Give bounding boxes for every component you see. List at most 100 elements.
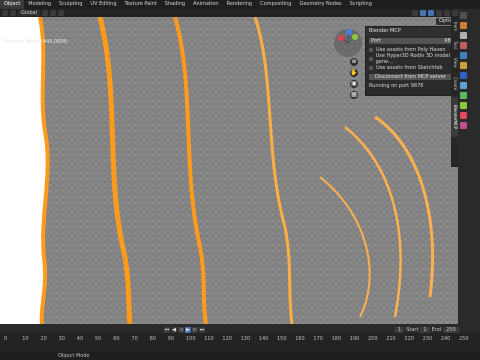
workspace-tab-object[interactable]: Object — [0, 0, 25, 9]
workspace-tab-shading[interactable]: Shading — [161, 0, 189, 9]
workspace-tab-texture-paint[interactable]: Texture Paint — [121, 0, 161, 9]
ruler-tick-label: 80 — [149, 336, 156, 342]
panel-title[interactable]: Blender MCP — [366, 27, 460, 36]
disconnect-button[interactable]: Disconnect from MCP server — [369, 73, 460, 80]
ruler-tick-label: 240 — [440, 336, 451, 342]
ruler-tick-label: 30 — [58, 336, 65, 342]
workspace-tab-uv-editing[interactable]: UV Editing — [86, 0, 120, 9]
material-shading-icon[interactable] — [444, 10, 450, 16]
snap-icon[interactable] — [49, 10, 56, 16]
camera-icon[interactable]: ▣ — [350, 80, 358, 88]
ruler-tick-label: 120 — [222, 336, 232, 342]
ruler-tick-label: 170 — [313, 336, 323, 342]
end-label: End — [431, 327, 442, 333]
workspace-tab-scripting[interactable]: Scripting — [346, 0, 376, 9]
tab-create[interactable]: Create — [451, 73, 458, 95]
jump-start-icon[interactable]: ⏮ — [164, 327, 170, 333]
ruler-tick-label: 130 — [240, 336, 251, 342]
viewport-nav-buttons: ⊕ ✋ ▣ ▦ — [350, 58, 358, 99]
constraints-properties-icon[interactable] — [460, 92, 467, 99]
modifier-properties-icon[interactable] — [460, 72, 467, 79]
scene-properties-icon[interactable] — [460, 42, 467, 49]
workspace-tab-rendering[interactable]: Rendering — [223, 0, 257, 9]
viewport-info-text: Printable Mode (445,000f) — [2, 39, 68, 45]
blender-mcp-panel: Blender MCP Port 9876 Use assets from Po… — [365, 26, 461, 96]
z-axis-icon[interactable] — [346, 29, 352, 35]
start-frame-field[interactable]: 1 — [420, 327, 430, 333]
ruler-tick-label: 70 — [131, 336, 138, 342]
current-frame-field[interactable]: 1 — [395, 327, 405, 333]
hyper3d-checkbox[interactable] — [369, 56, 373, 61]
material-properties-icon[interactable] — [460, 112, 467, 119]
tab-item[interactable]: Item — [451, 19, 458, 35]
start-label: Start — [406, 327, 419, 333]
tab-tool[interactable]: Tool — [451, 37, 458, 53]
ruler-tick-label: 50 — [95, 336, 102, 342]
sketchfab-label: Use assets from Sketchfab — [376, 64, 443, 71]
ruler-tick-label: 60 — [113, 336, 120, 342]
ruler-tick-label: 210 — [386, 336, 396, 342]
play-icon[interactable]: ▶ — [185, 327, 191, 333]
ruler-tick-label: 90 — [167, 336, 175, 342]
workspace-tab-compositing[interactable]: Compositing — [256, 0, 295, 9]
hyper3d-label: Use Hyper3D Rodin 3D model gene... — [375, 52, 451, 65]
ruler-tick-label: 140 — [258, 336, 269, 342]
ruler-tick-label: 20 — [40, 336, 47, 342]
data-properties-icon[interactable] — [460, 102, 467, 109]
tab-view[interactable]: View — [451, 55, 458, 71]
playback-controls: ⏮ ◀ ◁ ▶ ▷ ⏭ — [164, 327, 205, 333]
hyper3d-option[interactable]: Use Hyper3D Rodin 3D model gene... — [366, 52, 460, 65]
prev-keyframe-icon[interactable]: ◀ — [171, 327, 177, 333]
workspace-tab-animation[interactable]: Animation — [189, 0, 223, 9]
overlay-toggle-icon[interactable] — [420, 10, 426, 16]
tab-blendermcp[interactable]: BlenderMCP — [451, 97, 458, 137]
ruler-tick-label: 0 — [4, 336, 8, 342]
ruler-tick-label: 250 — [459, 336, 469, 342]
navigation-gizmo[interactable] — [333, 28, 363, 58]
object-properties-icon[interactable] — [460, 62, 467, 69]
render-properties-icon[interactable] — [460, 22, 467, 29]
visibility-icon[interactable] — [412, 10, 418, 16]
zoom-icon[interactable]: ⊕ — [350, 58, 358, 66]
workspace-tab-geometry-nodes[interactable]: Geometry Nodes — [295, 0, 345, 9]
port-label: Port — [371, 37, 381, 44]
ruler-tick-label: 160 — [295, 336, 305, 342]
x-axis-icon[interactable] — [338, 35, 344, 41]
status-text: Object Mode — [58, 353, 90, 359]
ruler-tick-label: 220 — [404, 336, 414, 342]
frame-ruler[interactable]: 0 10 20 30 40 50 60 70 80 90 100 110 120 130 140 150 160… — [0, 336, 480, 344]
workspace-tab-sculpting[interactable]: Sculpting — [55, 0, 86, 9]
jump-end-icon[interactable]: ⏭ — [199, 327, 205, 333]
sketchfab-checkbox[interactable] — [369, 65, 373, 70]
ruler-tick-label: 230 — [422, 336, 433, 342]
ruler-tick-label: 200 — [368, 336, 378, 342]
workspace-tab-modeling[interactable]: Modeling — [24, 0, 55, 9]
y-axis-icon[interactable] — [352, 34, 358, 40]
port-field[interactable]: Port 9876 — [369, 37, 459, 44]
output-properties-icon[interactable] — [460, 32, 467, 39]
physics-properties-icon[interactable] — [460, 82, 467, 89]
ruler-tick-label: 150 — [277, 336, 287, 342]
ruler-tick-label: 180 — [331, 336, 342, 342]
grid-icon[interactable]: ▦ — [350, 91, 358, 99]
xray-toggle-icon[interactable] — [428, 10, 434, 16]
ruler-tick-label: 100 — [186, 336, 196, 342]
world-properties-icon[interactable] — [460, 52, 467, 59]
end-frame-field[interactable]: 250 — [443, 327, 459, 333]
sidebar-tabs: Item Tool View Create BlenderMCP — [451, 17, 458, 167]
pivot-icon[interactable] — [41, 10, 48, 16]
object-mode-icon[interactable] — [10, 10, 16, 16]
workspace-tabs: Object Modeling Sculpting UV Editing Texture… — [0, 0, 480, 9]
proportional-edit-icon[interactable] — [57, 10, 64, 16]
solid-shading-icon[interactable] — [436, 10, 442, 16]
next-keyframe-icon[interactable]: ▷ — [192, 327, 198, 333]
properties-editor — [458, 9, 480, 324]
polyhaven-checkbox[interactable] — [369, 47, 373, 52]
editor-type-icon[interactable] — [2, 10, 8, 16]
texture-properties-icon[interactable] — [460, 122, 467, 129]
transform-orientation-dropdown[interactable]: Global — [18, 10, 40, 16]
ruler-tick-label: 190 — [349, 336, 360, 342]
play-reverse-icon[interactable]: ◁ — [178, 327, 184, 333]
tool-properties-icon[interactable] — [460, 12, 467, 19]
hand-pan-icon[interactable]: ✋ — [350, 69, 358, 77]
